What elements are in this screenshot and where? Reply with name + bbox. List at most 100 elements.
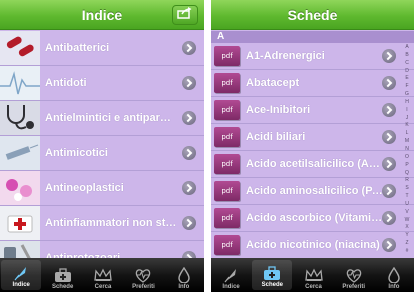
index-letter[interactable]: A <box>405 44 408 50</box>
index-letter[interactable]: Z <box>405 240 408 246</box>
list-item[interactable]: Antibatterici <box>0 31 204 66</box>
medical-bag-icon <box>263 265 281 281</box>
list-item-label: Acido acetilsalicilico (Aspirina) <box>246 158 383 170</box>
share-button[interactable] <box>172 5 198 25</box>
disclosure-arrow-icon[interactable] <box>382 130 396 144</box>
index-letter[interactable]: N <box>405 146 409 152</box>
quill-icon <box>12 265 30 281</box>
index-letter[interactable]: T <box>405 193 408 199</box>
pdf-icon: pdf <box>214 127 240 147</box>
section-header: A <box>211 31 414 43</box>
index-screen: Indice Antibatterici Antidoti Antielmintic… <box>0 0 204 292</box>
index-letter[interactable]: W <box>405 217 410 223</box>
list-item[interactable]: pdf Ace-Inibitori <box>211 97 414 124</box>
tab-schede[interactable]: Schede <box>252 260 293 290</box>
list-item[interactable]: pdf Acido aminosalicilico (PAS) <box>211 178 414 205</box>
index-letter[interactable]: S <box>405 185 408 191</box>
index-letter[interactable]: C <box>405 60 409 66</box>
share-icon <box>177 6 193 24</box>
list-item[interactable]: pdf Acido nicotinico (niacina) <box>211 232 414 259</box>
tab-preferiti[interactable]: Preferiti <box>123 258 163 292</box>
heartbeat-icon <box>345 267 363 283</box>
list-item[interactable]: Antimicotici <box>0 136 204 171</box>
index-letter[interactable]: B <box>405 52 408 58</box>
index-letter[interactable]: Q <box>405 170 409 176</box>
list-item[interactable]: pdf Acidi biliari <box>211 124 414 151</box>
list-item[interactable]: pdf Abatacept <box>211 70 414 97</box>
tab-indice[interactable]: Indice <box>211 258 251 292</box>
pdf-icon: pdf <box>214 46 240 66</box>
index-letter[interactable]: F <box>405 83 408 89</box>
tab-label: Schede <box>261 282 283 288</box>
list-item[interactable]: Antineoplastici <box>0 171 204 206</box>
disclosure-arrow-icon[interactable] <box>382 211 396 225</box>
tab-indice[interactable]: Indice <box>1 260 42 290</box>
schede-screen: Schede A pdf A1-Adrenergici pdf Abatacept pd… <box>211 0 414 292</box>
index-letter[interactable]: K <box>405 122 408 128</box>
crown-icon <box>94 267 112 283</box>
index-letter[interactable]: D <box>405 68 409 74</box>
disclosure-arrow-icon[interactable] <box>382 157 396 171</box>
category-list: Antibatterici Antidoti Antielmintici e ant… <box>0 31 204 276</box>
list-item[interactable]: Antielmintici e antiparassitari <box>0 101 204 136</box>
alphabet-index[interactable]: A B C D E F G H I J K L M N O P Q R S T U V W X Y Z # <box>402 44 412 254</box>
list-item-label: Acido ascorbico (Vitamina C) <box>246 212 383 224</box>
index-letter[interactable]: E <box>405 75 408 81</box>
list-item-label: Antidoti <box>45 77 87 89</box>
disclosure-arrow-icon[interactable] <box>182 41 196 55</box>
tab-preferiti[interactable]: Preferiti <box>334 258 374 292</box>
disclosure-arrow-icon[interactable] <box>382 103 396 117</box>
index-letter[interactable]: G <box>405 91 409 97</box>
tab-info[interactable]: Info <box>374 258 414 292</box>
index-letter[interactable]: Y <box>405 232 408 238</box>
index-letter[interactable]: I <box>406 107 407 113</box>
disclosure-arrow-icon[interactable] <box>382 49 396 63</box>
disclosure-arrow-icon[interactable] <box>182 111 196 125</box>
list-item[interactable]: pdf A1-Adrenergici <box>211 43 414 70</box>
pdf-icon: pdf <box>214 100 240 120</box>
list-item[interactable]: pdf Acido acetilsalicilico (Aspirina) <box>211 151 414 178</box>
disclosure-arrow-icon[interactable] <box>182 146 196 160</box>
tab-info[interactable]: Info <box>164 258 204 292</box>
tab-label: Schede <box>51 284 74 290</box>
index-letter[interactable]: O <box>405 154 409 160</box>
quill-icon <box>222 267 240 283</box>
list-item-label: A1-Adrenergici <box>246 50 325 62</box>
heartbeat-icon <box>134 267 152 283</box>
tab-label: Info <box>388 284 400 290</box>
index-letter[interactable]: U <box>405 201 409 207</box>
tab-cerca[interactable]: Cerca <box>83 258 123 292</box>
index-letter[interactable]: H <box>405 99 409 105</box>
index-letter[interactable]: V <box>405 209 408 215</box>
tab-label: Preferiti <box>342 284 366 290</box>
list-item-label: Antinfiammatori non steroidei <box>45 217 177 229</box>
drop-icon <box>175 267 193 283</box>
page-title: Indice <box>81 6 123 23</box>
tab-label: Indice <box>222 284 240 290</box>
disclosure-arrow-icon[interactable] <box>382 238 396 252</box>
disclosure-arrow-icon[interactable] <box>182 76 196 90</box>
list-item[interactable]: Antinfiammatori non steroidei <box>0 206 204 241</box>
disclosure-arrow-icon[interactable] <box>382 76 396 90</box>
index-letter[interactable]: L <box>406 130 409 136</box>
tab-cerca[interactable]: Cerca <box>293 258 333 292</box>
index-letter[interactable]: X <box>405 224 408 230</box>
disclosure-arrow-icon[interactable] <box>382 184 396 198</box>
index-letter[interactable]: P <box>405 162 408 168</box>
index-letter[interactable]: J <box>406 115 409 121</box>
tab-schede[interactable]: Schede <box>42 258 82 292</box>
navigation-bar: Schede <box>211 0 414 30</box>
index-letter[interactable]: R <box>405 177 409 183</box>
page-title: Schede <box>287 6 338 23</box>
tab-bar: Indice Schede Cerca Preferiti Info <box>211 258 414 292</box>
drop-icon <box>385 267 403 283</box>
index-letter[interactable]: M <box>405 138 409 144</box>
index-letter[interactable]: # <box>406 248 409 254</box>
navigation-bar: Indice <box>0 0 204 30</box>
disclosure-arrow-icon[interactable] <box>182 181 196 195</box>
list-item[interactable]: Antidoti <box>0 66 204 101</box>
list-item[interactable]: pdf Acido ascorbico (Vitamina C) <box>211 205 414 232</box>
pdf-icon: pdf <box>214 235 240 255</box>
list-item-label: Antibatterici <box>45 42 110 54</box>
disclosure-arrow-icon[interactable] <box>182 216 196 230</box>
